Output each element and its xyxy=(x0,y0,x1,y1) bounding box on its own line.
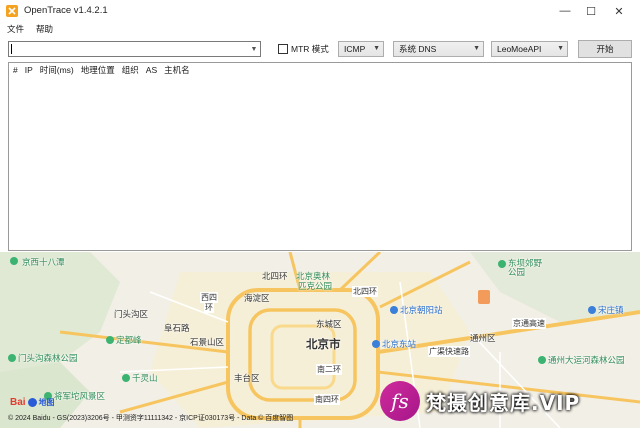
map-label: 石景山区 xyxy=(190,337,225,347)
dns-value: 系统 DNS xyxy=(399,44,437,54)
baidu-logo-text: Bai xyxy=(10,397,26,408)
map-label: 通州大运河森林公园 xyxy=(548,355,625,365)
baidu-ditu-text: 地图 xyxy=(38,398,55,407)
mtr-toggle[interactable]: MTR 模式 xyxy=(278,43,329,55)
map-label: 将军坨风景区 xyxy=(54,391,106,401)
park-pin-icon xyxy=(8,354,16,362)
map-copyright: © 2024 Baidu - GS(2023)3206号 - 甲测资字11111… xyxy=(8,415,294,422)
col-hop[interactable]: # xyxy=(13,65,18,75)
protocol-select[interactable]: ICMP ▼ xyxy=(338,41,384,57)
road-label: 京通高速 xyxy=(512,318,546,329)
table-header: # IP 时间(ms) 地理位置 组织 AS 主机名 xyxy=(9,63,631,77)
map-label: 北京东站 xyxy=(382,339,417,349)
station-pin-icon xyxy=(372,340,380,348)
paw-icon xyxy=(27,398,37,407)
map-label: 公园 xyxy=(508,267,526,277)
map-label: 北京朝阳站 xyxy=(400,305,443,315)
mtr-label: MTR 模式 xyxy=(291,44,329,54)
map-label: 阜石路 xyxy=(164,323,190,333)
road-label: 北四环 xyxy=(352,286,378,297)
chevron-down-icon: ▼ xyxy=(473,45,480,52)
target-dropdown-icon[interactable]: ▼ xyxy=(248,41,260,57)
target-input[interactable] xyxy=(8,41,261,57)
menu-bar: 文件 帮助 xyxy=(0,22,640,36)
park-pin-icon xyxy=(10,257,18,265)
dns-select[interactable]: 系统 DNS ▼ xyxy=(393,41,484,57)
results-table[interactable]: # IP 时间(ms) 地理位置 组织 AS 主机名 xyxy=(8,62,632,251)
api-select[interactable]: LeoMoeAPI ▼ xyxy=(491,41,568,57)
col-ip[interactable]: IP xyxy=(25,65,33,75)
map-label: 京西十八潭 xyxy=(22,257,65,267)
menu-help[interactable]: 帮助 xyxy=(30,22,59,36)
maximize-button[interactable]: ☐ xyxy=(576,0,606,22)
park-pin-icon xyxy=(498,260,506,268)
map-label: 千灵山 xyxy=(132,373,158,383)
town-pin-icon xyxy=(588,306,596,314)
map-label: 海淀区 xyxy=(244,293,270,303)
text-caret xyxy=(11,44,12,54)
road-label: 南二环 xyxy=(316,364,342,375)
col-location[interactable]: 地理位置 xyxy=(81,64,115,76)
title-bar: OpenTrace v1.4.2.1 — ☐ ✕ xyxy=(0,0,640,22)
map-label: 宋庄镇 xyxy=(598,305,624,315)
col-org[interactable]: 组织 xyxy=(122,64,139,76)
menu-file[interactable]: 文件 xyxy=(0,22,30,36)
map-label: 通州区 xyxy=(470,333,496,343)
watermark: fs 梵摄创意库.VIP xyxy=(380,378,636,424)
toolbar: ▼ MTR 模式 ICMP ▼ 系统 DNS ▼ LeoMoeAPI ▼ 开始 xyxy=(0,38,640,60)
chevron-down-icon: ▼ xyxy=(557,45,564,52)
road-label: 南四环 xyxy=(314,394,340,405)
map-label: 东城区 xyxy=(316,319,342,329)
start-button[interactable]: 开始 xyxy=(578,40,632,58)
map-label: 丰台区 xyxy=(234,373,260,383)
map-label: 门头沟区 xyxy=(114,309,149,319)
mtr-checkbox[interactable] xyxy=(278,44,288,54)
road-label: 环 xyxy=(204,302,214,313)
col-hostname[interactable]: 主机名 xyxy=(164,64,190,76)
col-time[interactable]: 时间(ms) xyxy=(40,64,74,76)
baidu-logo[interactable]: Bai 地图 xyxy=(10,397,55,408)
app-icon xyxy=(6,5,18,17)
chevron-down-icon: ▼ xyxy=(373,45,380,52)
col-as[interactable]: AS xyxy=(146,65,157,75)
map-label: 北京市 xyxy=(306,339,341,351)
protocol-value: ICMP xyxy=(344,44,366,54)
map-label: 定都峰 xyxy=(116,335,142,345)
api-value: LeoMoeAPI xyxy=(497,44,542,54)
park-pin-icon xyxy=(538,356,546,364)
map-label: 北四环 xyxy=(262,271,288,281)
watermark-text: 梵摄创意库.VIP xyxy=(426,390,581,415)
park-pin-icon xyxy=(106,336,114,344)
close-button[interactable]: ✕ xyxy=(604,0,634,22)
road-label: 广渠快速路 xyxy=(428,346,470,357)
map-label: 门头沟森林公园 xyxy=(18,353,78,363)
station-pin-icon xyxy=(390,306,398,314)
map-label: 匹克公园 xyxy=(298,281,333,291)
watermark-badge: fs xyxy=(380,381,420,421)
park-pin-icon xyxy=(122,374,130,382)
window-title: OpenTrace v1.4.2.1 xyxy=(24,5,108,16)
